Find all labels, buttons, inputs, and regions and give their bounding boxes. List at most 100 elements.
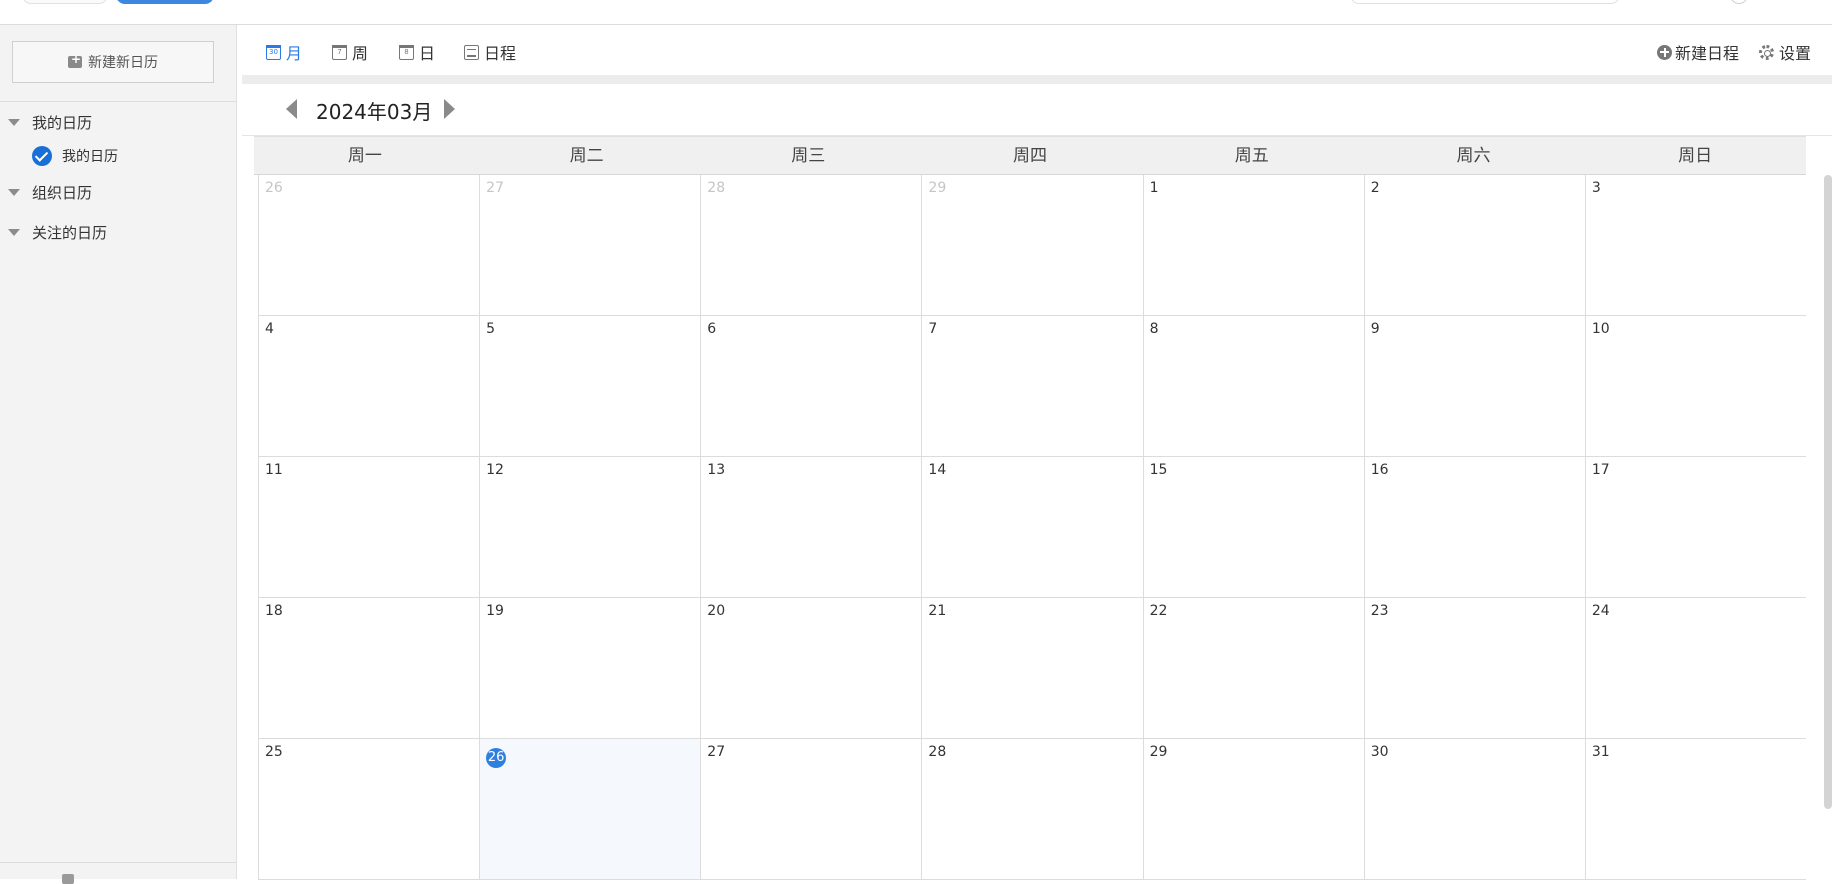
day-cell[interactable]: 4	[258, 316, 479, 456]
day-number: 18	[265, 603, 283, 619]
day-number: 24	[1591, 603, 1610, 619]
month-title: 2024年03月	[316, 100, 433, 124]
day-cell[interactable]: 16	[1363, 457, 1585, 597]
week-rows: 26 27 28 29 1 2 3 4 5 6 7 8 9 10 11 12 13 14 15 16 17 18 19 20 2…	[258, 175, 1806, 880]
day-cell[interactable]: 23	[1363, 598, 1585, 738]
day-number: 6	[707, 321, 717, 337]
group-label: 我的日历	[32, 114, 93, 132]
day-cell[interactable]: 31	[1584, 739, 1806, 879]
group-followed-calendars[interactable]: 关注的日历	[8, 222, 107, 243]
caret-down-icon	[8, 119, 20, 126]
day-cell[interactable]: 28	[700, 175, 921, 315]
day-number: 22	[1149, 603, 1168, 619]
tab-day-view[interactable]: 8 日	[399, 40, 435, 64]
day-cell[interactable]: 27	[479, 175, 700, 315]
calendar-week-icon: 7	[332, 44, 347, 60]
week-row: 26 27 28 29 1 2 3	[258, 175, 1806, 316]
day-number: 16	[1370, 462, 1389, 478]
prev-month-icon[interactable]	[286, 99, 297, 119]
day-cell[interactable]: 28	[921, 739, 1142, 879]
day-cell[interactable]: 19	[479, 598, 700, 738]
settings-button[interactable]: 设置	[1759, 40, 1811, 64]
group-label: 关注的日历	[32, 224, 108, 242]
day-cell[interactable]: 1	[1142, 175, 1364, 315]
day-cell[interactable]: 24	[1584, 598, 1806, 738]
schedule-list-icon	[464, 44, 479, 60]
group-label: 组织日历	[32, 184, 93, 202]
day-cell[interactable]: 30	[1363, 739, 1585, 879]
calendar-footer-icon[interactable]	[62, 874, 74, 884]
next-month-icon[interactable]	[444, 99, 455, 119]
tab-month-view[interactable]: 30 月	[266, 40, 302, 64]
weekday-label: 周六	[1456, 146, 1491, 166]
calendar-scrollbar[interactable]	[1824, 175, 1832, 809]
day-cell[interactable]: 26	[258, 175, 479, 315]
day-number: 30	[1370, 744, 1389, 760]
day-number: 5	[486, 321, 496, 337]
day-cell[interactable]: 13	[700, 457, 921, 597]
weekday-label: 周五	[1234, 146, 1269, 166]
day-cell[interactable]: 12	[479, 457, 700, 597]
day-cell[interactable]: 18	[258, 598, 479, 738]
tab-schedule-view[interactable]: 日程	[464, 40, 516, 64]
sidebar-bottom-divider	[0, 862, 236, 863]
day-number: 28	[707, 180, 726, 196]
day-number: 15	[1149, 462, 1168, 478]
day-cell[interactable]: 27	[700, 739, 921, 879]
day-cell[interactable]: 20	[700, 598, 921, 738]
day-cell[interactable]: 5	[479, 316, 700, 456]
day-cell[interactable]: 22	[1142, 598, 1364, 738]
day-number: 3	[1591, 180, 1601, 196]
day-number: 23	[1370, 603, 1389, 619]
day-cell[interactable]: 2	[1363, 175, 1585, 315]
day-cell[interactable]: 3	[1584, 175, 1806, 315]
day-number: 25	[265, 744, 283, 760]
caret-down-icon	[8, 189, 20, 196]
day-cell[interactable]: 25	[258, 739, 479, 879]
add-folder-icon	[68, 52, 82, 68]
user-avatar[interactable]	[1730, 0, 1748, 4]
checkmark-icon[interactable]	[32, 146, 52, 166]
week-row: 4 5 6 7 8 9 10	[258, 316, 1806, 457]
group-org-calendars[interactable]: 组织日历	[8, 182, 92, 203]
top-nav-pill-active[interactable]	[116, 0, 214, 4]
tab-label: 日程	[484, 44, 517, 63]
new-calendar-button[interactable]: 新建新日历	[12, 41, 214, 83]
global-search-input[interactable]	[1350, 0, 1620, 4]
day-cell[interactable]: 9	[1363, 316, 1585, 456]
tab-label: 周	[352, 44, 369, 63]
day-cell[interactable]: 15	[1142, 457, 1364, 597]
day-number: 8	[1149, 321, 1159, 337]
day-cell[interactable]: 6	[700, 316, 921, 456]
settings-label: 设置	[1779, 44, 1812, 63]
day-cell[interactable]: 7	[921, 316, 1142, 456]
day-cell[interactable]: 11	[258, 457, 479, 597]
day-number: 27	[707, 744, 726, 760]
sidebar-divider	[0, 101, 236, 102]
tab-week-view[interactable]: 7 周	[332, 40, 368, 64]
tab-label: 月	[286, 44, 303, 63]
day-number: 19	[486, 603, 504, 619]
day-number: 12	[486, 462, 504, 478]
weekday-label: 周一	[347, 146, 382, 166]
day-number: 27	[486, 180, 504, 196]
top-nav-pill[interactable]	[22, 0, 108, 4]
calendar-sidebar: 新建新日历 我的日历 我的日历 组织日历 关注的日历	[0, 25, 237, 884]
day-cell-today[interactable]: 26	[479, 739, 701, 879]
day-cell[interactable]: 14	[921, 457, 1142, 597]
week-row: 25 26 27 28 29 30 31	[258, 739, 1806, 880]
weekday-label: 周三	[791, 146, 826, 166]
day-cell[interactable]: 8	[1142, 316, 1364, 456]
day-cell[interactable]: 29	[921, 175, 1142, 315]
day-number: 26	[486, 748, 507, 768]
day-cell[interactable]: 21	[921, 598, 1142, 738]
day-cell[interactable]: 17	[1584, 457, 1806, 597]
calendar-item-my-calendar[interactable]: 我的日历	[32, 146, 118, 166]
day-cell[interactable]: 10	[1584, 316, 1806, 456]
day-number: 11	[265, 462, 283, 478]
group-my-calendars[interactable]: 我的日历	[8, 112, 92, 133]
weekday-header: 周一 周二 周三 周四 周五 周六 周日	[254, 136, 1806, 175]
new-event-button[interactable]: 新建日程	[1657, 40, 1739, 64]
week-row: 18 19 20 21 22 23 24	[258, 598, 1806, 739]
day-cell[interactable]: 29	[1142, 739, 1364, 879]
